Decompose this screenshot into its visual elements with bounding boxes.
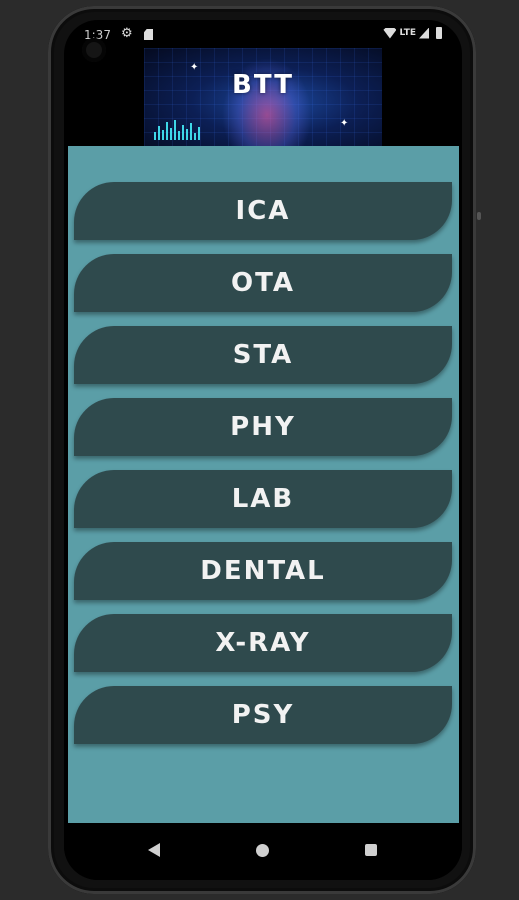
menu-button-psy[interactable]: PSY [74,686,452,744]
back-icon[interactable] [148,843,160,857]
power-button [477,212,481,220]
wifi-icon [383,27,397,39]
menu-button-sta[interactable]: STA [74,326,452,384]
network-type: LTE [399,28,416,38]
menu-panel: ICA OTA STA PHY LAB DENTAL X-RAY PSY [68,146,459,823]
menu-button-phy[interactable]: PHY [74,398,452,456]
menu-button-lab[interactable]: LAB [74,470,452,528]
waveform-graphic [154,120,200,140]
sparkle-icon: ✦ [340,118,349,129]
app-title: BTT [232,70,294,100]
menu-button-ica[interactable]: ICA [74,182,452,240]
front-camera [82,38,106,62]
menu-button-dental[interactable]: DENTAL [74,542,452,600]
menu-button-xray[interactable]: X-RAY [74,614,452,672]
gear-icon: ⚙ [121,26,133,41]
home-icon[interactable] [256,844,269,857]
navigation-bar [64,823,462,880]
header-banner: ✦ ✦ BTT [144,48,382,146]
recents-icon[interactable] [365,844,377,856]
sd-card-icon [144,29,153,40]
status-indicators: LTE [383,27,442,39]
menu-button-ota[interactable]: OTA [74,254,452,312]
device-screen: 1:37 ⚙ LTE ✦ ✦ BTT ICA OTA STA PHY LAB D… [64,20,462,880]
battery-icon [436,27,442,39]
signal-icon [419,27,429,39]
status-bar: 1:37 ⚙ LTE [64,20,462,62]
